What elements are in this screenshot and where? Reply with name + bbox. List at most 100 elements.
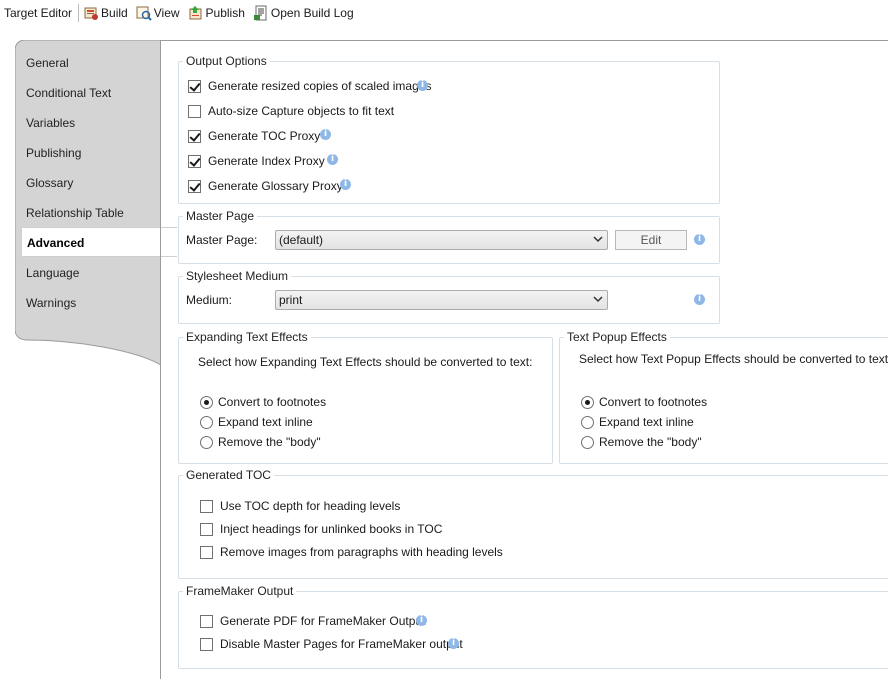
master-page-title: Master Page (183, 209, 258, 223)
generated-toc-title: Generated TOC (183, 468, 274, 482)
checkbox-label: Generate Glossary Proxy (208, 179, 343, 193)
content-left-border (160, 40, 161, 679)
stylesheet-medium-title: Stylesheet Medium (183, 269, 292, 283)
sidebar: General Conditional Text Variables Publi… (15, 40, 177, 365)
radio-button[interactable] (200, 415, 213, 429)
build-label: Build (101, 6, 128, 20)
popup-remove-body-radio[interactable]: Remove the "body" (581, 433, 702, 451)
view-icon (136, 5, 152, 21)
info-icon[interactable]: i (417, 80, 428, 91)
expanding-text-effects-title: Expanding Text Effects (183, 330, 311, 344)
view-label: View (153, 6, 180, 20)
info-icon[interactable]: i (416, 615, 427, 626)
medium-label: Medium: (186, 293, 233, 307)
chevron-down-icon (593, 236, 603, 243)
popup-expand-inline-radio[interactable]: Expand text inline (581, 413, 694, 431)
checkbox-box[interactable] (200, 545, 213, 559)
radio-label: Convert to footnotes (218, 395, 327, 409)
radio-button[interactable] (581, 435, 594, 449)
sidebar-item-language[interactable]: Language (26, 260, 79, 286)
info-icon[interactable]: i (320, 129, 331, 140)
sidebar-item-general[interactable]: General (26, 50, 69, 76)
info-icon[interactable]: i (694, 234, 705, 245)
checkbox-box[interactable] (200, 637, 213, 651)
info-icon[interactable]: i (694, 294, 705, 305)
build-log-icon (253, 5, 269, 21)
auto-size-capture-checkbox[interactable]: Auto-size Capture objects to fit text (188, 102, 394, 120)
chevron-down-icon (593, 296, 603, 303)
info-icon[interactable]: i (327, 154, 338, 165)
stylesheet-medium-group: Stylesheet Medium Medium: print i (178, 269, 720, 324)
generate-pdf-framemaker-checkbox[interactable]: Generate PDF for FrameMaker Output (200, 612, 425, 630)
expanding-remove-body-radio[interactable]: Remove the "body" (200, 433, 321, 451)
content-top-border (160, 40, 888, 41)
radio-button[interactable] (200, 395, 213, 409)
toolbar-divider (78, 4, 80, 22)
radio-label: Convert to footnotes (599, 395, 708, 409)
checkbox-box[interactable] (200, 522, 213, 536)
inject-headings-checkbox[interactable]: Inject headings for unlinked books in TO… (200, 520, 442, 538)
generate-resized-copies-checkbox[interactable]: Generate resized copies of scaled images (188, 77, 431, 95)
checkbox-box[interactable] (200, 499, 213, 513)
medium-value: print (279, 293, 303, 307)
checkbox-label: Disable Master Pages for FrameMaker outp… (220, 637, 463, 651)
editor-title: Target Editor (4, 6, 73, 20)
open-build-log-label: Open Build Log (270, 6, 354, 20)
open-build-log-button[interactable]: Open Build Log (253, 5, 354, 21)
build-icon (83, 5, 99, 21)
medium-select[interactable]: print (275, 290, 608, 310)
info-icon[interactable]: i (448, 638, 459, 649)
checkbox-box[interactable] (188, 129, 201, 143)
generate-glossary-proxy-checkbox[interactable]: Generate Glossary Proxy (188, 177, 343, 195)
text-popup-effects-group: Text Popup Effects Select how Text Popup… (559, 330, 888, 464)
master-page-label: Master Page: (186, 233, 258, 247)
checkbox-label: Generate resized copies of scaled images (208, 79, 432, 93)
master-page-group: Master Page Master Page: (default) Edit … (178, 209, 720, 264)
sidebar-item-advanced[interactable]: Advanced (21, 227, 177, 257)
popup-convert-to-footnotes-radio[interactable]: Convert to footnotes (581, 393, 707, 411)
radio-button[interactable] (581, 415, 594, 429)
master-page-select[interactable]: (default) (275, 230, 608, 250)
sidebar-item-warnings[interactable]: Warnings (26, 290, 76, 316)
sidebar-item-conditional-text[interactable]: Conditional Text (26, 80, 111, 106)
sidebar-item-variables[interactable]: Variables (26, 110, 75, 136)
checkbox-label: Generate TOC Proxy (208, 129, 321, 143)
checkbox-label: Auto-size Capture objects to fit text (208, 104, 395, 118)
expanding-text-effects-description: Select how Expanding Text Effects should… (198, 355, 533, 369)
publish-icon (188, 5, 204, 21)
publish-button[interactable]: Publish (188, 5, 245, 21)
output-options-title: Output Options (183, 54, 270, 68)
sidebar-item-relationship-table[interactable]: Relationship Table (26, 200, 124, 226)
checkbox-label: Generate Index Proxy (208, 154, 325, 168)
checkbox-box[interactable] (188, 179, 201, 193)
checkbox-box[interactable] (188, 154, 201, 168)
checkbox-box[interactable] (200, 614, 213, 628)
radio-label: Remove the "body" (599, 435, 702, 449)
expanding-expand-inline-radio[interactable]: Expand text inline (200, 413, 313, 431)
sidebar-item-publishing[interactable]: Publishing (26, 140, 81, 166)
text-popup-effects-description: Select how Text Popup Effects should be … (579, 352, 888, 366)
generated-toc-group: Generated TOC Use TOC depth for heading … (178, 468, 888, 579)
radio-label: Remove the "body" (218, 435, 321, 449)
radio-button[interactable] (200, 435, 213, 449)
sidebar-item-glossary[interactable]: Glossary (26, 170, 73, 196)
build-button[interactable]: Build (83, 5, 128, 21)
view-button[interactable]: View (136, 5, 180, 21)
checkbox-label: Remove images from paragraphs with headi… (220, 545, 503, 559)
toolbar: Target Editor Build View Publish Open Bu… (0, 0, 888, 26)
expanding-text-effects-group: Expanding Text Effects Select how Expand… (178, 330, 553, 464)
generate-index-proxy-checkbox[interactable]: Generate Index Proxy (188, 152, 325, 170)
checkbox-box[interactable] (188, 104, 201, 118)
remove-images-checkbox[interactable]: Remove images from paragraphs with headi… (200, 543, 503, 561)
radio-button[interactable] (581, 395, 594, 409)
checkbox-box[interactable] (188, 79, 201, 93)
radio-label: Expand text inline (599, 415, 694, 429)
expanding-convert-to-footnotes-radio[interactable]: Convert to footnotes (200, 393, 326, 411)
use-toc-depth-checkbox[interactable]: Use TOC depth for heading levels (200, 497, 400, 515)
publish-label: Publish (205, 6, 245, 20)
output-options-group: Output Options Generate resized copies o… (178, 54, 720, 204)
disable-master-pages-checkbox[interactable]: Disable Master Pages for FrameMaker outp… (200, 635, 463, 653)
edit-master-page-button[interactable]: Edit (615, 230, 687, 250)
generate-toc-proxy-checkbox[interactable]: Generate TOC Proxy (188, 127, 320, 145)
info-icon[interactable]: i (340, 179, 351, 190)
